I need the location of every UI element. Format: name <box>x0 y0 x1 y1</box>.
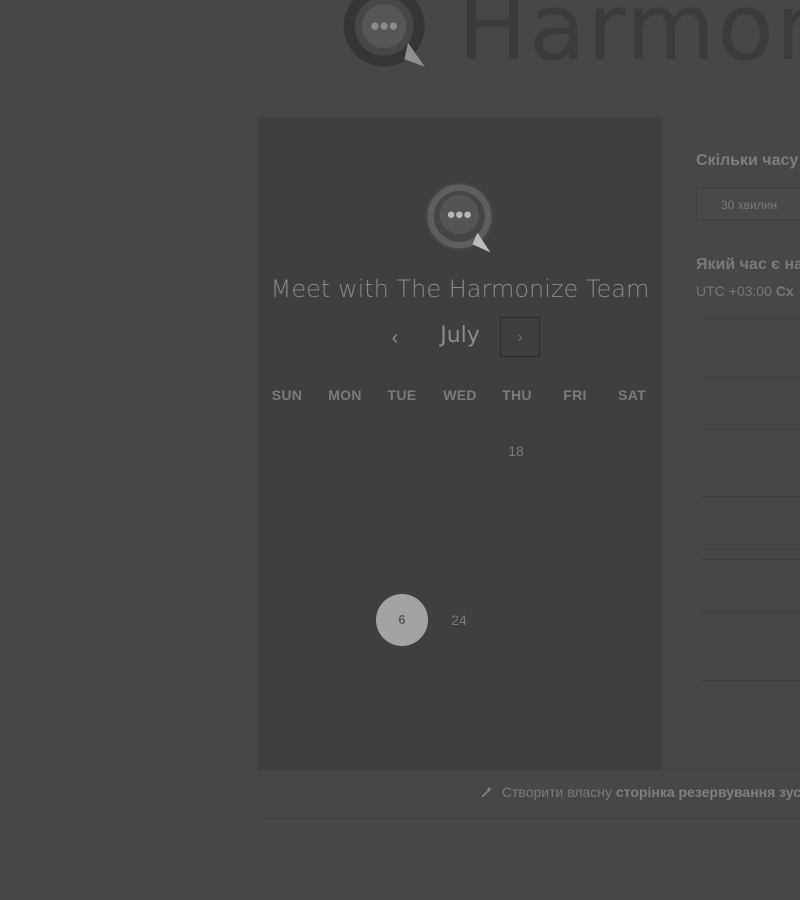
footer-link-text: Створити власну <box>501 784 613 800</box>
calendar-day-24[interactable]: 24 <box>430 612 488 628</box>
calendar-day-selected[interactable]: 6 <box>376 594 428 646</box>
time-slot-divider <box>702 611 800 612</box>
weekday-tue: TUE <box>387 387 417 403</box>
time-slot-divider <box>702 377 800 378</box>
brand-name: Harmonize <box>458 0 800 81</box>
time-slot-divider <box>702 549 800 550</box>
booking-page: Harmonize Meet with The Harmonize Team ‹… <box>0 0 800 900</box>
weekday-header: SUN MON TUE WED THU FRI SAT <box>258 387 662 407</box>
brand-header: Harmonize <box>340 0 800 74</box>
chat-bubble-logo-icon <box>424 181 494 253</box>
time-slot-divider <box>702 429 800 430</box>
footer-bar: Створити власну сторінка резервування зу… <box>258 769 800 819</box>
time-question-title: Який час є на <box>696 256 800 273</box>
duration-title: Скільки часу <box>696 152 799 169</box>
create-booking-page-link[interactable]: Створити власну сторінка резервування зу… <box>480 784 800 800</box>
duration-option-button[interactable]: 30 хвилин <box>696 188 800 220</box>
weekday-sat: SAT <box>618 387 646 403</box>
weekday-thu: THU <box>502 387 532 403</box>
timezone-offset: UTC +03:00 <box>696 283 772 299</box>
month-label: July <box>440 323 480 348</box>
time-slot-divider <box>702 318 800 319</box>
weekday-wed: WED <box>443 387 477 403</box>
calendar-day-18[interactable]: 18 <box>487 443 545 459</box>
timezone-name: Сх <box>775 283 794 299</box>
chat-bubble-logo-icon <box>343 0 425 67</box>
time-slot-divider <box>702 496 800 497</box>
time-slot-divider <box>702 680 800 681</box>
weekday-mon: MON <box>328 387 362 403</box>
magic-wand-icon <box>481 786 492 798</box>
booking-card: Meet with The Harmonize Team ‹ July › SU… <box>258 117 662 769</box>
month-navigation: ‹ July › <box>258 317 662 359</box>
duration-option-label: 30 хвилин <box>721 198 778 212</box>
timezone-label[interactable]: UTC +03:00 Сх <box>696 283 794 299</box>
weekday-fri: FRI <box>563 387 587 403</box>
meeting-title: Meet with The Harmonize Team <box>270 275 650 303</box>
next-month-button[interactable]: › <box>500 317 540 357</box>
weekday-sun: SUN <box>271 387 303 403</box>
footer-link-strong: сторінка резервування зус <box>615 784 800 800</box>
time-slot-divider <box>702 559 800 560</box>
previous-month-button[interactable]: ‹ <box>382 325 408 351</box>
